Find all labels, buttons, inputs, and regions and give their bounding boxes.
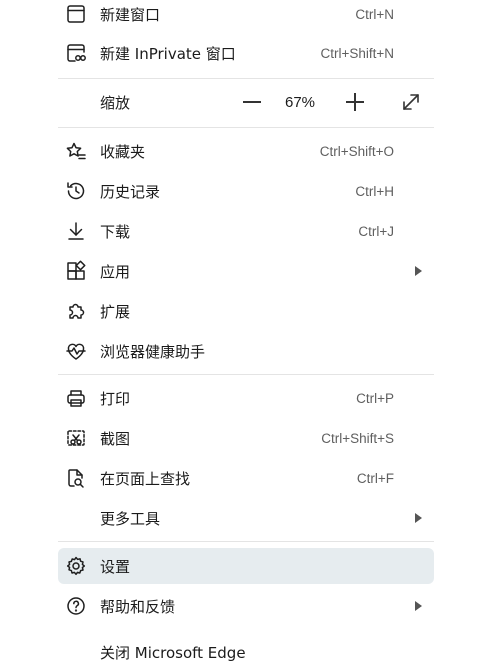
puzzle-icon — [65, 300, 87, 322]
shortcut-text: Ctrl+N — [355, 6, 394, 22]
menu-item-print[interactable]: 打印 Ctrl+P — [58, 380, 434, 416]
menu-item-extensions[interactable]: 扩展 — [58, 293, 434, 329]
menu-item-label: 截图 — [100, 429, 131, 448]
find-in-page-icon — [65, 467, 87, 489]
menu-item-label: 历史记录 — [100, 182, 161, 201]
menu-item-settings[interactable]: 设置 — [58, 548, 434, 584]
download-icon — [65, 220, 87, 242]
menu-item-label: 在页面上查找 — [100, 469, 191, 488]
history-icon — [65, 180, 87, 202]
shortcut-text: Ctrl+Shift+N — [320, 45, 394, 61]
submenu-arrow-icon — [415, 513, 422, 523]
edge-settings-menu: 新建窗口 Ctrl+N 新建 InPrivate 窗口 Ctrl+Shift+N… — [0, 0, 500, 663]
menu-item-label: 收藏夹 — [100, 142, 146, 161]
shortcut-text: Ctrl+P — [356, 390, 394, 406]
submenu-arrow-icon — [415, 601, 422, 611]
divider — [58, 541, 434, 542]
menu-item-browser-health[interactable]: 浏览器健康助手 — [58, 333, 434, 369]
menu-item-downloads[interactable]: 下载 Ctrl+J — [58, 213, 434, 249]
shortcut-text: Ctrl+F — [356, 470, 394, 486]
menu-item-favorites[interactable]: 收藏夹 Ctrl+Shift+O — [58, 133, 434, 169]
gear-icon — [65, 555, 87, 577]
menu-item-new-window[interactable]: 新建窗口 Ctrl+N — [58, 0, 434, 32]
menu-item-apps[interactable]: 应用 — [58, 253, 434, 289]
zoom-label: 缩放 — [100, 93, 131, 112]
heart-pulse-icon — [65, 340, 87, 362]
fullscreen-icon[interactable] — [400, 91, 422, 113]
menu-item-label: 关闭 Microsoft Edge — [100, 643, 246, 662]
menu-item-find-on-page[interactable]: 在页面上查找 Ctrl+F — [58, 460, 434, 496]
menu-item-new-inprivate[interactable]: 新建 InPrivate 窗口 Ctrl+Shift+N — [58, 35, 434, 71]
menu-item-label: 设置 — [100, 557, 131, 576]
menu-item-label: 新建 InPrivate 窗口 — [100, 44, 236, 63]
menu-item-label: 扩展 — [100, 302, 131, 321]
menu-item-label: 浏览器健康助手 — [100, 342, 206, 361]
menu-item-zoom: 缩放 67% — [58, 84, 434, 120]
favorites-icon — [65, 140, 87, 162]
shortcut-text: Ctrl+J — [358, 223, 394, 239]
help-icon — [65, 595, 87, 617]
printer-icon — [65, 387, 87, 409]
menu-item-history[interactable]: 历史记录 Ctrl+H — [58, 173, 434, 209]
zoom-value: 67% — [285, 93, 316, 111]
menu-item-more-tools[interactable]: 更多工具 — [58, 500, 434, 536]
inprivate-window-icon — [65, 42, 87, 64]
screenshot-icon — [65, 427, 87, 449]
menu-item-help[interactable]: 帮助和反馈 — [58, 588, 434, 624]
menu-item-close-edge[interactable]: 关闭 Microsoft Edge — [58, 634, 434, 670]
plus-icon[interactable] — [346, 93, 364, 111]
shortcut-text: Ctrl+H — [355, 183, 394, 199]
menu-item-label: 应用 — [100, 262, 131, 281]
menu-item-label: 新建窗口 — [100, 5, 161, 24]
menu-item-label: 下载 — [100, 222, 131, 241]
shortcut-text: Ctrl+Shift+O — [319, 143, 394, 159]
shortcut-text: Ctrl+Shift+S — [321, 430, 394, 446]
menu-item-label: 打印 — [100, 389, 131, 408]
minus-icon[interactable] — [243, 101, 261, 103]
divider — [58, 127, 434, 128]
menu-item-label: 帮助和反馈 — [100, 597, 176, 616]
menu-item-screenshot[interactable]: 截图 Ctrl+Shift+S — [58, 420, 434, 456]
apps-icon — [65, 260, 87, 282]
menu-item-label: 更多工具 — [100, 509, 161, 528]
submenu-arrow-icon — [415, 266, 422, 276]
divider — [58, 374, 434, 375]
divider — [58, 78, 434, 79]
window-icon — [65, 3, 87, 25]
